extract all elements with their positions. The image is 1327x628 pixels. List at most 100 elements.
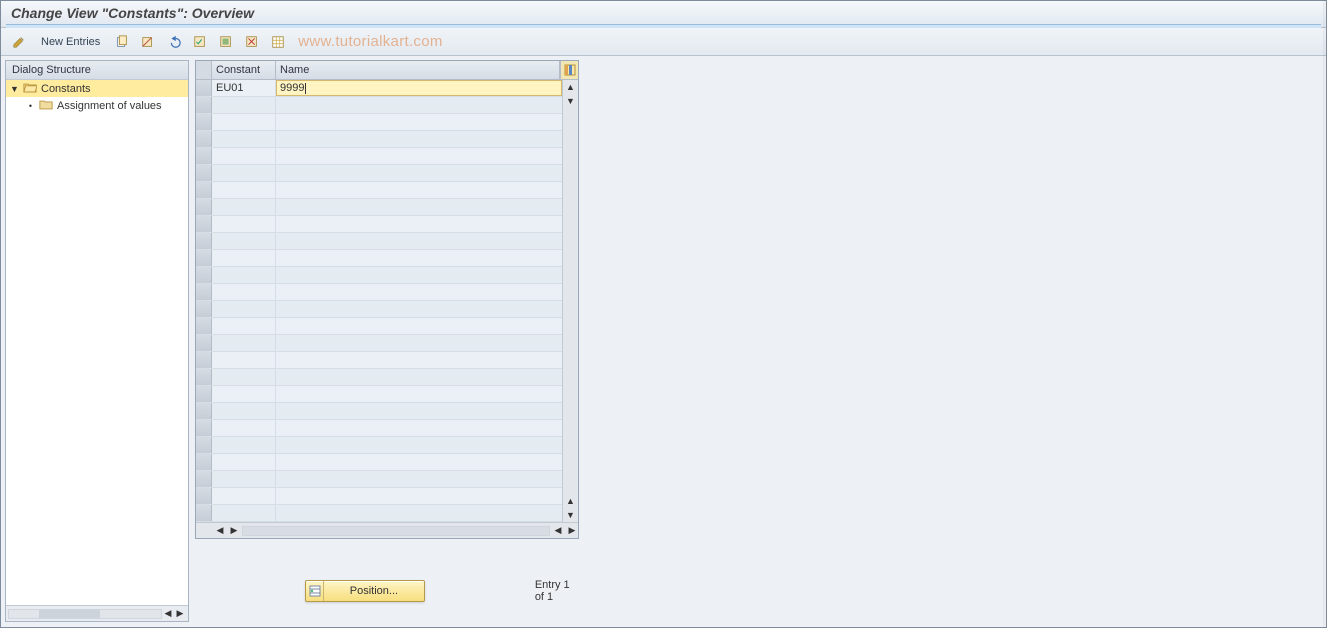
cell-constant[interactable] xyxy=(212,420,276,436)
row-selector[interactable] xyxy=(196,216,212,232)
cell-constant[interactable] xyxy=(212,182,276,198)
new-entries-button[interactable]: New Entries xyxy=(35,34,106,50)
row-selector[interactable] xyxy=(196,318,212,334)
cell-constant[interactable] xyxy=(212,233,276,249)
scroll-up-icon[interactable]: ▲ xyxy=(563,80,578,94)
table-row[interactable] xyxy=(196,505,562,522)
grid-column-name[interactable]: Name xyxy=(276,61,560,79)
cell-name[interactable] xyxy=(276,437,562,453)
row-selector[interactable] xyxy=(196,165,212,181)
cell-constant[interactable] xyxy=(212,267,276,283)
row-selector[interactable] xyxy=(196,352,212,368)
tree-node-assignment[interactable]: • Assignment of values xyxy=(6,97,188,114)
grid-configure-icon[interactable] xyxy=(560,61,578,79)
row-selector[interactable] xyxy=(196,420,212,436)
row-selector[interactable] xyxy=(196,454,212,470)
table-row[interactable] xyxy=(196,182,562,199)
table-row[interactable] xyxy=(196,148,562,165)
table-row[interactable] xyxy=(196,335,562,352)
scroll-up-icon[interactable]: ▲ xyxy=(563,494,578,508)
cell-constant[interactable] xyxy=(212,148,276,164)
row-selector[interactable] xyxy=(196,80,212,96)
scroll-right-icon[interactable]: ▶ xyxy=(566,525,578,537)
cell-name[interactable] xyxy=(276,488,562,504)
row-selector[interactable] xyxy=(196,199,212,215)
grid-column-constant[interactable]: Constant xyxy=(212,61,276,79)
table-row[interactable] xyxy=(196,301,562,318)
row-selector[interactable] xyxy=(196,148,212,164)
row-selector[interactable] xyxy=(196,369,212,385)
row-selector[interactable] xyxy=(196,233,212,249)
table-row[interactable] xyxy=(196,488,562,505)
cell-constant[interactable] xyxy=(212,386,276,402)
row-selector[interactable] xyxy=(196,403,212,419)
row-selector[interactable] xyxy=(196,97,212,113)
table-row[interactable] xyxy=(196,216,562,233)
scroll-down-icon[interactable]: ▼ xyxy=(563,94,578,108)
cell-constant[interactable] xyxy=(212,301,276,317)
cell-name[interactable] xyxy=(276,182,562,198)
scroll-left-icon[interactable]: ◀ xyxy=(214,525,226,537)
select-block-icon[interactable] xyxy=(216,32,236,52)
cell-constant[interactable] xyxy=(212,471,276,487)
cell-name[interactable] xyxy=(276,420,562,436)
table-row[interactable] xyxy=(196,420,562,437)
table-row[interactable] xyxy=(196,233,562,250)
row-selector[interactable] xyxy=(196,131,212,147)
tree-expand-icon[interactable]: ▼ xyxy=(10,84,19,93)
cell-constant[interactable] xyxy=(212,216,276,232)
cell-name[interactable] xyxy=(276,335,562,351)
sidebar-hscroll-track[interactable] xyxy=(8,609,162,619)
deselect-all-icon[interactable] xyxy=(242,32,262,52)
cell-name[interactable] xyxy=(276,352,562,368)
cell-constant[interactable] xyxy=(212,437,276,453)
cell-name[interactable] xyxy=(276,148,562,164)
cell-name[interactable] xyxy=(276,216,562,232)
table-row[interactable] xyxy=(196,352,562,369)
cell-constant[interactable] xyxy=(212,505,276,521)
cell-constant[interactable] xyxy=(212,199,276,215)
table-row[interactable]: EU019999 xyxy=(196,80,562,97)
cell-constant[interactable] xyxy=(212,165,276,181)
table-row[interactable] xyxy=(196,114,562,131)
cell-constant[interactable] xyxy=(212,318,276,334)
scroll-left-icon[interactable]: ◀ xyxy=(162,608,174,620)
cell-name[interactable] xyxy=(276,471,562,487)
grid-vscroll-track[interactable] xyxy=(563,108,578,494)
table-row[interactable] xyxy=(196,471,562,488)
cell-name[interactable] xyxy=(276,97,562,113)
row-selector[interactable] xyxy=(196,114,212,130)
cell-name[interactable] xyxy=(276,369,562,385)
row-selector[interactable] xyxy=(196,301,212,317)
cell-name[interactable] xyxy=(276,403,562,419)
table-row[interactable] xyxy=(196,250,562,267)
row-selector[interactable] xyxy=(196,267,212,283)
table-row[interactable] xyxy=(196,284,562,301)
table-row[interactable] xyxy=(196,386,562,403)
scroll-right-icon[interactable]: ▶ xyxy=(228,525,240,537)
undo-change-icon[interactable] xyxy=(164,32,184,52)
grid-header-selector[interactable] xyxy=(196,61,212,79)
cell-constant[interactable] xyxy=(212,488,276,504)
cell-constant[interactable] xyxy=(212,97,276,113)
cell-name[interactable] xyxy=(276,233,562,249)
cell-constant[interactable] xyxy=(212,250,276,266)
cell-name[interactable] xyxy=(276,131,562,147)
table-row[interactable] xyxy=(196,454,562,471)
tree-node-constants[interactable]: ▼ Constants xyxy=(6,80,188,97)
delete-icon[interactable] xyxy=(138,32,158,52)
cell-constant[interactable] xyxy=(212,114,276,130)
cell-constant[interactable] xyxy=(212,369,276,385)
table-row[interactable] xyxy=(196,267,562,284)
cell-constant[interactable] xyxy=(212,352,276,368)
table-row[interactable] xyxy=(196,165,562,182)
position-button[interactable]: Position... xyxy=(305,580,425,602)
cell-constant[interactable] xyxy=(212,335,276,351)
cell-constant[interactable] xyxy=(212,131,276,147)
scroll-left-icon[interactable]: ◀ xyxy=(552,525,564,537)
cell-constant[interactable] xyxy=(212,454,276,470)
table-settings-icon[interactable] xyxy=(268,32,288,52)
scroll-right-icon[interactable]: ▶ xyxy=(174,608,186,620)
row-selector[interactable] xyxy=(196,488,212,504)
cell-name[interactable] xyxy=(276,386,562,402)
